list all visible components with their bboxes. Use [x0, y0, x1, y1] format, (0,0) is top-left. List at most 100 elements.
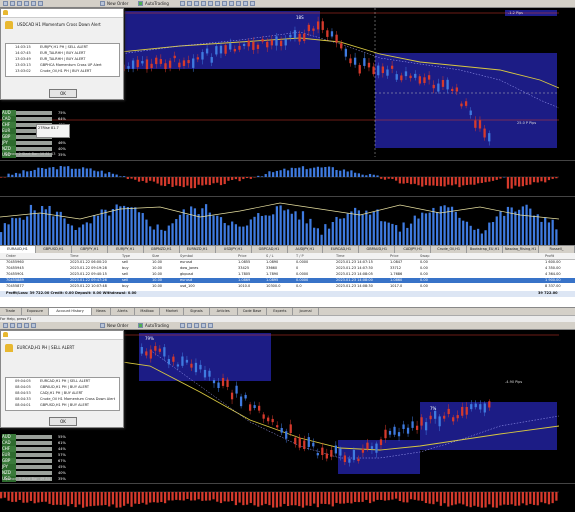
alert-window[interactable]: USDCAD H1 Momentum Cross Down Alert 14:0… — [0, 8, 124, 100]
table-row[interactable]: 70455960 2023.01.22 06:00:20 sell 10.00 euru… — [0, 260, 575, 265]
alert-titlebar — [1, 9, 123, 18]
new-order-button[interactable]: New Order — [107, 323, 128, 328]
terminal-tab[interactable]: Code Base — [238, 308, 268, 315]
market-watch-icon[interactable] — [17, 1, 22, 6]
line-chart-icon[interactable] — [194, 1, 199, 6]
terminal-icon[interactable] — [31, 323, 36, 328]
alert-window[interactable]: EURCAD,H1 PH | SELL ALERT 09:04:05 EURCAD… — [0, 330, 124, 428]
auto-scroll-icon[interactable] — [222, 1, 227, 6]
chart-tab[interactable]: GBPJPY,H1 — [72, 246, 108, 253]
chart-tab[interactable]: GBPAUD,H1 — [359, 246, 396, 253]
candlestick-icon[interactable] — [187, 1, 192, 6]
column-header[interactable]: Order — [6, 254, 16, 258]
line-chart-icon[interactable] — [194, 323, 199, 328]
chart-tab[interactable]: GBPUSD,H1 — [36, 246, 72, 253]
chart-tab[interactable]: GBPNZD,H1 — [144, 246, 180, 253]
chart-tab[interactable]: EURJPY,H1 — [108, 246, 144, 253]
terminal-tab[interactable]: Alerts — [111, 308, 135, 315]
table-row[interactable]: 70455901 2023.01.22 09:40:15 sell 10.00 gbpu… — [0, 272, 575, 277]
terminal-icon[interactable] — [31, 1, 36, 6]
histogram-bar — [0, 492, 3, 499]
profiles-icon[interactable] — [10, 1, 15, 6]
chart-tab[interactable]: EURAUD,H1 — [0, 246, 36, 253]
zoom-in-icon[interactable] — [201, 1, 206, 6]
indicators-icon[interactable] — [236, 1, 241, 6]
column-header[interactable]: Symbol — [180, 254, 193, 258]
column-header[interactable]: Time — [336, 254, 345, 258]
terminal-tab[interactable]: News — [92, 308, 112, 315]
strategy-tester-icon[interactable] — [38, 1, 43, 6]
table-row[interactable]: 70455877 2023.01.22 10:07:48 buy 10.00 usd_1… — [0, 284, 575, 289]
alert-row[interactable]: 08:04:01 GBPUSD,H1 PH | BUY ALERT — [6, 402, 119, 408]
new-order-icon[interactable] — [100, 323, 105, 328]
autotrading-button[interactable]: AutoTrading — [145, 1, 169, 6]
chart-tab[interactable]: EURNZD,H1 — [180, 246, 216, 253]
table-row[interactable]: 70455945 2023.01.22 09:19:28 buy 10.00 dow_j… — [0, 266, 575, 271]
chart-tab[interactable]: Nasdaq_Rising,H1 — [503, 246, 540, 253]
histogram-bar — [495, 177, 498, 180]
alert-ok-button[interactable]: OK — [49, 417, 77, 426]
templates-icon[interactable] — [250, 1, 255, 6]
terminal-tab[interactable]: Market — [161, 308, 185, 315]
new-chart-icon[interactable] — [3, 1, 8, 6]
alert-row[interactable]: 13:03:02 Crude_Oil,H1 PH | BUY ALERT — [6, 68, 119, 74]
bar-chart-icon[interactable] — [180, 323, 185, 328]
navigator-icon[interactable] — [24, 1, 29, 6]
column-header[interactable]: Type — [122, 254, 130, 258]
chart-tab[interactable]: Bootstrap_EU,H1 — [467, 246, 504, 253]
momentum-histogram[interactable] — [0, 160, 575, 196]
terminal-tab[interactable]: Account History — [49, 308, 92, 315]
chart-tab[interactable]: EURCAD,H1 — [323, 246, 360, 253]
market-watch-icon[interactable] — [17, 323, 22, 328]
alert-list[interactable]: 14:03:15 EURJPY,H1 PH | SELL ALERT 14:07:… — [5, 43, 120, 77]
column-header[interactable]: Time — [70, 254, 79, 258]
terminal-tab[interactable]: Mailbox — [135, 308, 161, 315]
column-header[interactable]: Swap — [420, 254, 429, 258]
autotrading-button[interactable]: AutoTrading — [145, 323, 169, 328]
histogram-bar — [0, 232, 3, 245]
autotrading-icon[interactable] — [138, 1, 143, 6]
momentum-histogram[interactable] — [0, 483, 575, 512]
terminal-tab[interactable]: Exposure — [22, 308, 50, 315]
zoom-out-icon[interactable] — [208, 1, 213, 6]
chart-tab[interactable]: GBPCAD,H1 — [252, 246, 288, 253]
autotrading-icon[interactable] — [138, 323, 143, 328]
chart-tab[interactable]: Russell_ — [539, 246, 575, 253]
bar-chart-icon[interactable] — [180, 1, 185, 6]
alert-list[interactable]: 09:04:05 EURCAD,H1 PH | SELL ALERT 08:04:… — [5, 377, 120, 411]
account-history-table[interactable]: Order Time Type Size Symbol Price S / L T / P Ti… — [0, 253, 575, 307]
column-header[interactable]: S / L — [266, 254, 274, 258]
histogram-bar — [491, 177, 495, 181]
table-row[interactable]: 70455889 2023.01.22 09:47:26 sell 10.00 euru… — [0, 278, 575, 283]
terminal-tab[interactable]: Trade — [0, 308, 22, 315]
alert-ok-button[interactable]: OK — [49, 89, 77, 98]
new-order-icon[interactable] — [100, 1, 105, 6]
terminal-tab[interactable]: Signals — [184, 308, 210, 315]
terminal-tab[interactable]: Journal — [293, 308, 319, 315]
volume-histogram[interactable] — [0, 196, 575, 245]
new-chart-icon[interactable] — [3, 323, 8, 328]
candlestick-icon[interactable] — [187, 323, 192, 328]
summary-total: 39 722.00 — [538, 291, 558, 295]
zoom-out-icon[interactable] — [208, 323, 213, 328]
column-header[interactable]: Size — [152, 254, 159, 258]
periods-icon[interactable] — [243, 1, 248, 6]
chart-tab[interactable]: Crude_Oil,H1 — [431, 246, 468, 253]
terminal-tab[interactable]: Articles — [210, 308, 238, 315]
column-header[interactable]: T / P — [296, 254, 304, 258]
chart-tab[interactable]: AUDJPY,H1 — [288, 246, 324, 253]
column-header[interactable]: Profit — [545, 254, 554, 258]
new-order-button[interactable]: New Order — [107, 1, 128, 6]
chart-tab[interactable]: CADJPY,H1 — [395, 246, 432, 253]
candle — [411, 421, 414, 428]
terminal-tab[interactable]: Experts — [268, 308, 294, 315]
profiles-icon[interactable] — [10, 323, 15, 328]
navigator-icon[interactable] — [24, 323, 29, 328]
zoom-in-icon[interactable] — [201, 323, 206, 328]
column-header[interactable]: Price — [238, 254, 247, 258]
tile-windows-icon[interactable] — [215, 1, 220, 6]
histogram-bar — [249, 177, 252, 179]
column-header[interactable]: Price — [390, 254, 399, 258]
chart-tab[interactable]: USDJPY,H1 — [216, 246, 252, 253]
chart-shift-icon[interactable] — [229, 1, 234, 6]
